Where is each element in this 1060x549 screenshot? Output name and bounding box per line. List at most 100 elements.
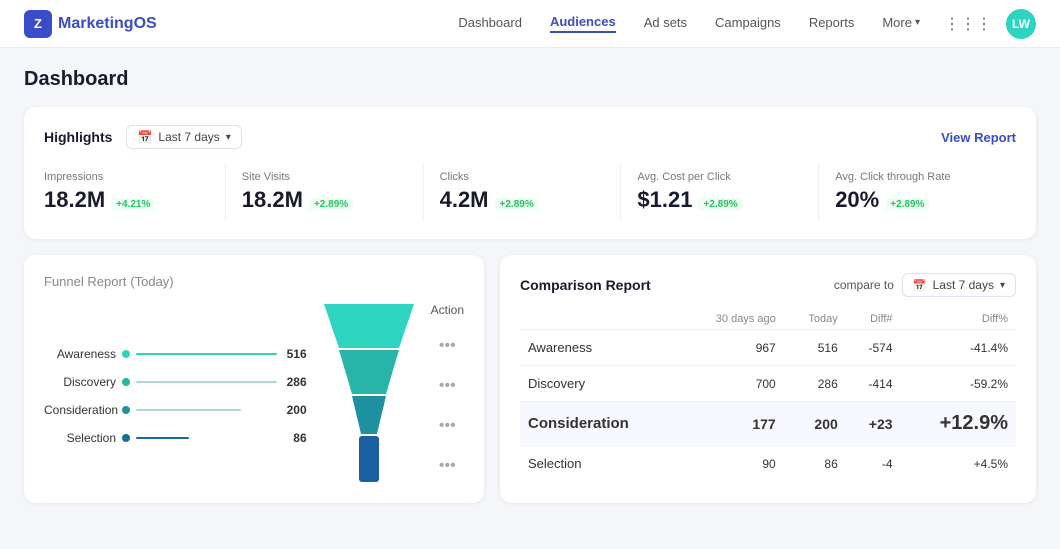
app-name: MarketingOS	[58, 15, 157, 33]
metrics-row: Impressions 18.2M +4.21% Site Visits 18.…	[44, 163, 1016, 221]
bottom-row: Funnel Report (Today) Awareness 516 Disc…	[24, 255, 1036, 503]
funnel-row-awareness: Awareness 516	[44, 347, 307, 361]
row-label: Awareness	[520, 330, 680, 366]
chevron-down-icon: ▾	[226, 132, 231, 143]
col-header-today: Today	[784, 309, 846, 330]
row-diffpct: +12.9%	[901, 402, 1016, 446]
date-filter-button[interactable]: 📅 Last 7 days ▾	[126, 125, 241, 149]
row-today: 286	[784, 366, 846, 402]
date-filter-label: Last 7 days	[158, 130, 219, 144]
comparison-card: Comparison Report compare to 📅 Last 7 da…	[500, 255, 1036, 503]
compare-date-filter[interactable]: 📅 Last 7 days ▾	[902, 273, 1016, 297]
col-header-diffnum: Diff#	[846, 309, 901, 330]
metric-badge: +2.89%	[309, 198, 353, 211]
funnel-value: 86	[293, 431, 306, 445]
funnel-bar	[136, 409, 241, 411]
chevron-down-icon: ▾	[1000, 280, 1005, 291]
highlights-left: Highlights 📅 Last 7 days ▾	[44, 125, 242, 149]
highlights-header: Highlights 📅 Last 7 days ▾ View Report	[44, 125, 1016, 149]
row-ago: 177	[680, 402, 784, 446]
grid-icon[interactable]: ⋮⋮⋮	[944, 14, 992, 34]
table-row-highlighted: Consideration 177 200 +23 +12.9%	[520, 402, 1016, 446]
funnel-label: Awareness	[44, 347, 116, 361]
metric-label: Clicks	[440, 171, 605, 183]
calendar-icon: 📅	[913, 279, 927, 292]
comparison-table: 30 days ago Today Diff# Diff% Awareness …	[520, 309, 1016, 481]
metric-avg-ctr: Avg. Click through Rate 20% +2.89%	[819, 163, 1016, 221]
row-label: Consideration	[520, 402, 680, 446]
nav-dashboard[interactable]: Dashboard	[458, 15, 522, 32]
row-today: 516	[784, 330, 846, 366]
table-row: Discovery 700 286 -414 -59.2%	[520, 366, 1016, 402]
metric-impressions: Impressions 18.2M +4.21%	[44, 163, 226, 221]
table-header: 30 days ago Today Diff# Diff%	[520, 309, 1016, 330]
row-today: 200	[784, 402, 846, 446]
nav-reports[interactable]: Reports	[809, 15, 855, 32]
action-menu-discovery[interactable]: •••	[439, 367, 456, 405]
calendar-icon: 📅	[137, 130, 152, 144]
metric-value: 4.2M +2.89%	[440, 187, 605, 213]
row-diffpct: +4.5%	[901, 446, 1016, 482]
user-avatar[interactable]: LW	[1006, 9, 1036, 39]
row-ago: 967	[680, 330, 784, 366]
metric-label: Site Visits	[242, 171, 407, 183]
action-menu-awareness[interactable]: •••	[439, 327, 456, 365]
nav-links: Dashboard Audiences Ad sets Campaigns Re…	[458, 14, 920, 33]
comparison-header: Comparison Report compare to 📅 Last 7 da…	[520, 273, 1016, 297]
col-header-diffpct: Diff%	[901, 309, 1016, 330]
funnel-row-discovery: Discovery 286	[44, 375, 307, 389]
funnel-bar	[136, 353, 277, 355]
funnel-value: 516	[287, 347, 307, 361]
row-diffpct: -41.4%	[901, 330, 1016, 366]
app-logo[interactable]: Z MarketingOS	[24, 10, 157, 38]
highlights-title: Highlights	[44, 129, 112, 145]
table-body: Awareness 967 516 -574 -41.4% Discovery …	[520, 330, 1016, 482]
funnel-bar	[136, 381, 277, 383]
nav-more[interactable]: More ▾	[882, 15, 920, 32]
highlights-card: Highlights 📅 Last 7 days ▾ View Report I…	[24, 107, 1036, 239]
metric-value: 18.2M +4.21%	[44, 187, 209, 213]
funnel-bar-gap	[195, 437, 284, 439]
metric-label: Avg. Click through Rate	[835, 171, 1000, 183]
funnel-label: Consideration	[44, 403, 116, 417]
metric-clicks: Clicks 4.2M +2.89%	[424, 163, 622, 221]
funnel-row-selection: Selection 86	[44, 431, 307, 445]
page-title: Dashboard	[24, 68, 1036, 91]
funnel-body: Awareness 516 Discovery 286 Consid	[44, 303, 464, 485]
funnel-row-consideration: Consideration 200	[44, 403, 307, 417]
col-header-30days: 30 days ago	[680, 309, 784, 330]
nav-campaigns[interactable]: Campaigns	[715, 15, 781, 32]
row-label: Selection	[520, 446, 680, 482]
metric-badge: +2.89%	[495, 198, 539, 211]
compare-label: compare to	[834, 278, 894, 292]
funnel-dot	[122, 434, 130, 442]
funnel-value: 286	[287, 375, 307, 389]
metric-label: Avg. Cost per Click	[637, 171, 802, 183]
funnel-dot	[122, 378, 130, 386]
action-column: Action ••• ••• ••• •••	[431, 303, 464, 485]
funnel-card: Funnel Report (Today) Awareness 516 Disc…	[24, 255, 484, 503]
action-menu-consideration[interactable]: •••	[439, 407, 456, 445]
metric-value: 18.2M +2.89%	[242, 187, 407, 213]
funnel-label: Discovery	[44, 375, 116, 389]
funnel-label: Selection	[44, 431, 116, 445]
compare-filter-area: compare to 📅 Last 7 days ▾	[834, 273, 1016, 297]
action-menu-selection[interactable]: •••	[439, 447, 456, 485]
funnel-labels: Awareness 516 Discovery 286 Consid	[44, 343, 307, 445]
nav-audiences[interactable]: Audiences	[550, 14, 616, 33]
view-report-link[interactable]: View Report	[941, 130, 1016, 145]
funnel-title: Funnel Report (Today)	[44, 273, 464, 289]
nav-adsets[interactable]: Ad sets	[644, 15, 687, 32]
funnel-bar-gap	[247, 409, 277, 411]
compare-date-label: Last 7 days	[933, 278, 994, 292]
row-diffnum: -4	[846, 446, 901, 482]
row-label: Discovery	[520, 366, 680, 402]
funnel-bar	[136, 437, 189, 439]
funnel-visualization	[319, 304, 419, 484]
metric-badge: +2.89%	[885, 198, 929, 211]
action-header: Action	[431, 303, 464, 317]
col-header-label	[520, 309, 680, 330]
table-row: Selection 90 86 -4 +4.5%	[520, 446, 1016, 482]
funnel-value: 200	[287, 403, 307, 417]
row-diffnum: -414	[846, 366, 901, 402]
